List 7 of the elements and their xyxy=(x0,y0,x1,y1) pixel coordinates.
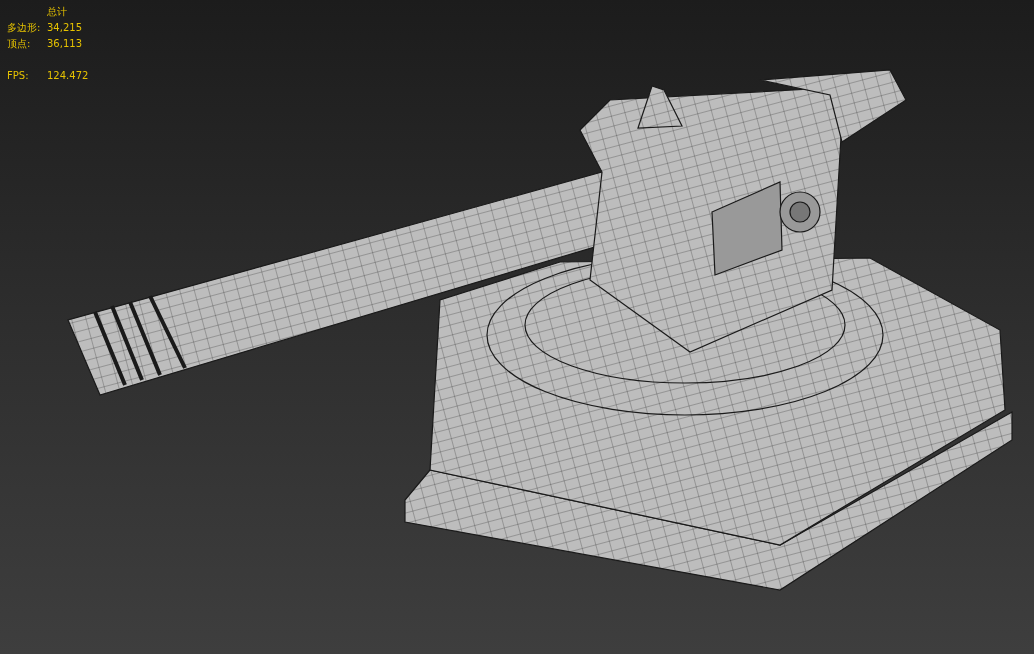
stats-header: 总计 xyxy=(47,5,68,19)
stat-value: 36,113 xyxy=(47,37,83,51)
stat-value: 34,215 xyxy=(47,21,83,35)
stat-label: 顶点: xyxy=(7,37,32,51)
stat-label: 多边形: xyxy=(7,21,42,35)
fps-value: 124.472 xyxy=(47,69,89,83)
fps-label: FPS: xyxy=(7,69,30,83)
